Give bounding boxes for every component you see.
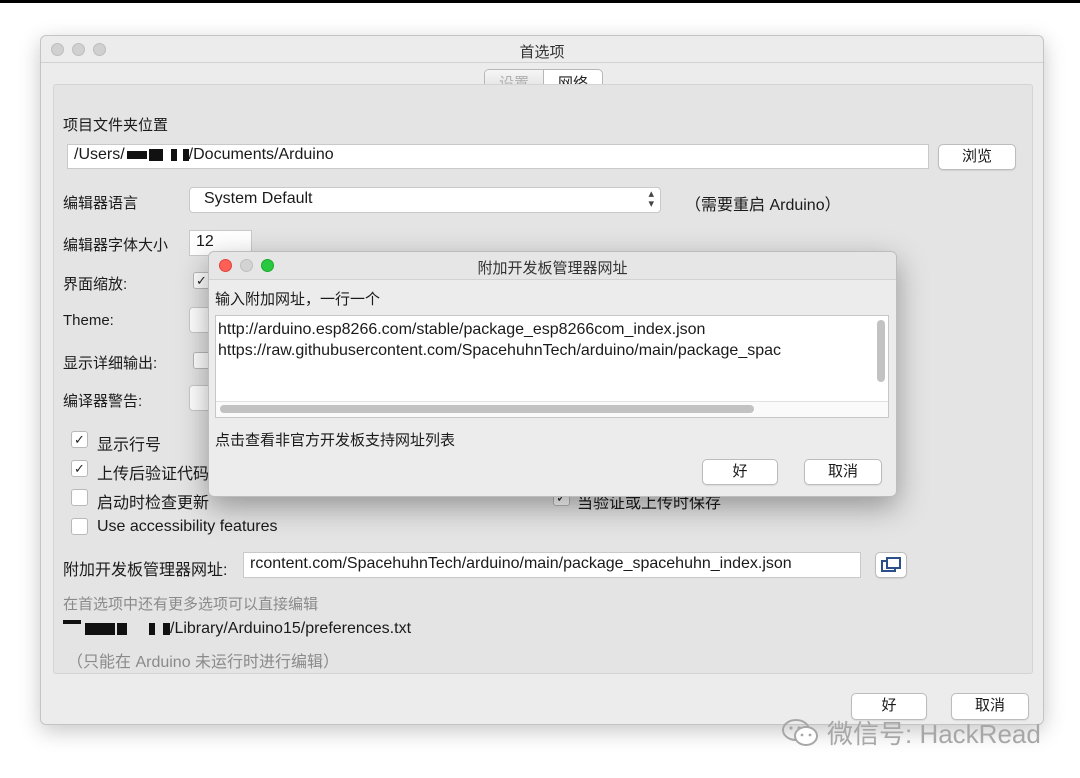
show-line-numbers-checkbox[interactable]: ✓ [71, 431, 88, 448]
verify-after-upload-checkbox[interactable]: ✓ [71, 460, 88, 477]
dialog-prompt: 输入附加网址，一行一个 [215, 291, 381, 308]
redacted-username-2 [148, 148, 163, 161]
edit-while-closed-note: （只能在 Arduino 未运行时进行编辑） [67, 654, 340, 671]
redacted-path-5 [163, 622, 170, 635]
boards-url-field[interactable]: rcontent.com/SpacehuhnTech/arduino/main/… [243, 552, 861, 578]
redacted-path-4 [149, 622, 155, 635]
accessibility-label: Use accessibility features [97, 518, 278, 535]
urls-text: http://arduino.esp8266.com/stable/packag… [218, 319, 868, 361]
select-chevron-icon: ▴ ▾ [648, 188, 654, 210]
redacted-path-1 [63, 620, 81, 624]
verbose-output-label: 显示详细输出: [63, 355, 158, 372]
url-line: http://arduino.esp8266.com/stable/packag… [218, 321, 706, 338]
restart-note: （需要重启 Arduino） [685, 197, 841, 214]
accessibility-checkbox[interactable] [71, 518, 88, 535]
redacted-path-3 [117, 622, 127, 635]
edit-urls-button[interactable] [875, 552, 907, 578]
dialog-ok-button[interactable]: 好 [702, 459, 778, 485]
urls-textarea[interactable]: http://arduino.esp8266.com/stable/packag… [215, 315, 889, 418]
redacted-username [126, 150, 147, 159]
boards-url-label: 附加开发板管理器网址: [63, 562, 228, 579]
unofficial-boards-link[interactable]: 点击查看非官方开发板支持网址列表 [215, 429, 455, 450]
check-updates-checkbox[interactable] [71, 489, 88, 506]
window-list-icon [881, 557, 901, 572]
show-line-numbers-label: 显示行号 [97, 437, 162, 454]
sketchbook-label: 项目文件夹位置 [63, 117, 169, 134]
theme-label: Theme: [63, 312, 114, 329]
verify-after-upload-label: 上传后验证代码 [97, 466, 210, 483]
editor-language-label: 编辑器语言 [63, 195, 139, 212]
interface-scale-label: 界面缩放: [63, 276, 128, 293]
browse-button[interactable]: 浏览 [938, 144, 1016, 170]
redacted-path-2 [85, 622, 115, 635]
dialog-title: 附加开发板管理器网址 [477, 260, 628, 277]
boards-urls-dialog: 附加开发板管理器网址 输入附加网址，一行一个 http://arduino.es… [208, 251, 897, 497]
sketchbook-path-suffix: /Documents/Arduino [188, 146, 334, 163]
watermark-text: 微信号: HackRead [827, 719, 1041, 749]
sketchbook-path-field[interactable]: /Users/ /Documents/Arduino [67, 144, 929, 169]
wechat-icon [782, 718, 818, 746]
screen-top-edge [0, 0, 1080, 3]
horizontal-scroll-track [216, 401, 888, 417]
editor-language-value: System Default [204, 190, 313, 207]
more-prefs-note: 在首选项中还有更多选项可以直接编辑 [63, 596, 319, 613]
font-size-label: 编辑器字体大小 [63, 237, 169, 254]
sketchbook-path-prefix: /Users/ [74, 146, 125, 163]
redacted-username-3 [170, 148, 177, 161]
dialog-titlebar: 附加开发板管理器网址 [209, 252, 896, 280]
dialog-cancel-button[interactable]: 取消 [804, 459, 882, 485]
prefs-path-suffix: /Library/Arduino15/preferences.txt [170, 620, 412, 637]
vertical-scrollbar[interactable] [877, 320, 885, 382]
prefs-file-path: /Library/Arduino15/preferences.txt [63, 620, 411, 638]
editor-language-select[interactable]: System Default ▴ ▾ [189, 187, 661, 213]
compiler-warnings-label: 编译器警告: [63, 393, 143, 410]
url-line: https://raw.githubusercontent.com/Spaceh… [218, 342, 782, 359]
check-updates-label: 启动时检查更新 [97, 495, 210, 512]
horizontal-scrollbar[interactable] [220, 405, 754, 413]
watermark: 微信号: HackRead [781, 714, 1041, 751]
